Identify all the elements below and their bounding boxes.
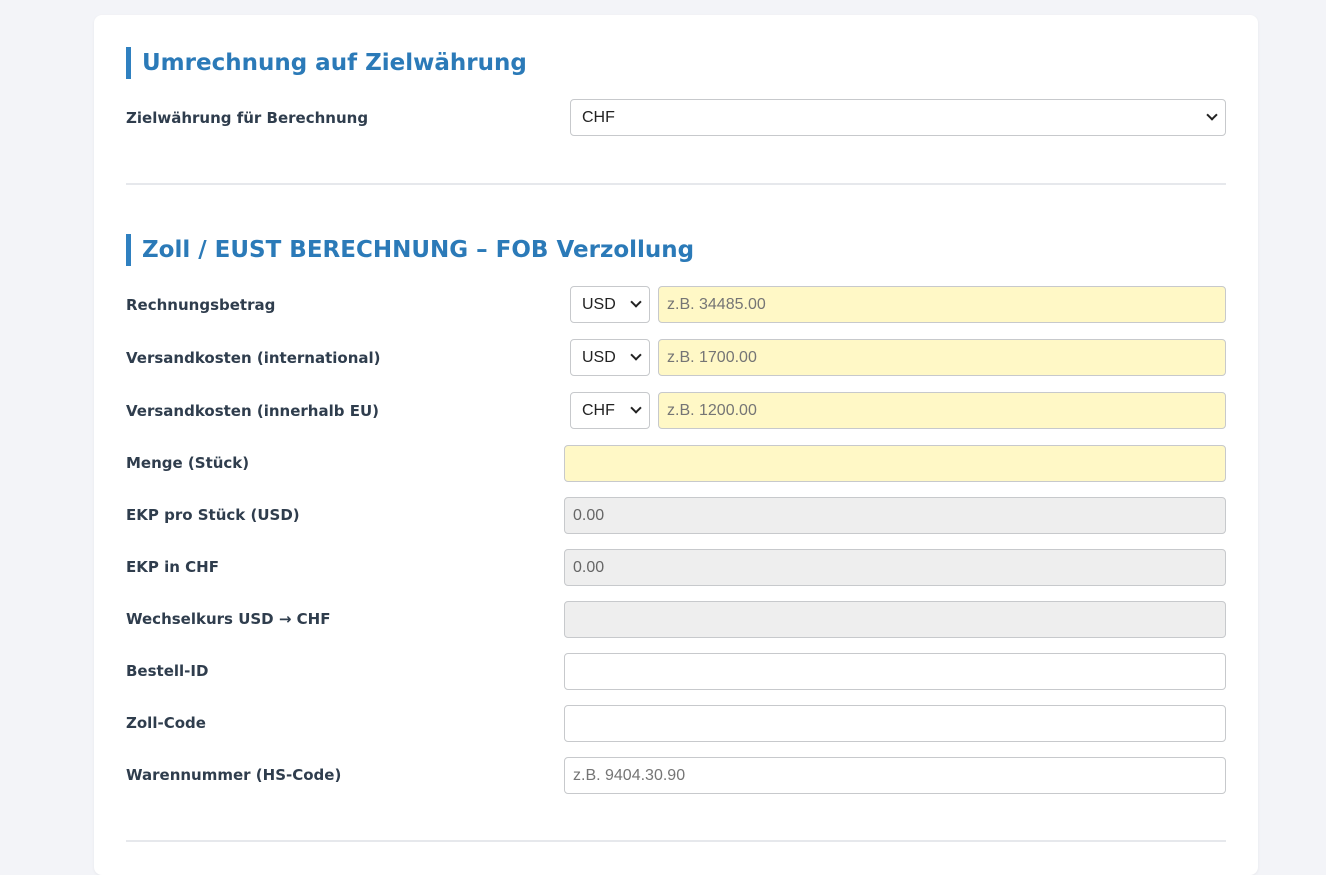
ekp-chf-field: 0.00 xyxy=(564,549,1226,586)
hs-code-placeholder: z.B. 9404.30.90 xyxy=(573,767,686,784)
invoice-amount-input[interactable]: z.B. 34485.00 xyxy=(658,286,1226,323)
shipping-eu-input[interactable]: z.B. 1200.00 xyxy=(658,392,1226,429)
section-divider xyxy=(126,840,1226,842)
quantity-input[interactable] xyxy=(564,445,1226,482)
shipping-eu-placeholder: z.B. 1200.00 xyxy=(667,402,757,419)
quantity-label: Menge (Stück) xyxy=(126,454,250,472)
exchange-rate-field xyxy=(564,601,1226,638)
target-currency-select[interactable]: CHF xyxy=(570,99,1226,136)
shipping-international-input[interactable]: z.B. 1700.00 xyxy=(658,339,1226,376)
invoice-currency-select[interactable]: USD xyxy=(570,286,650,323)
exchange-rate-label: Wechselkurs USD → CHF xyxy=(126,610,331,628)
invoice-amount-label: Rechnungsbetrag xyxy=(126,296,276,314)
invoice-currency-value: USD xyxy=(582,296,616,313)
customs-code-label: Zoll-Code xyxy=(126,714,206,732)
ekp-chf-label: EKP in CHF xyxy=(126,558,219,576)
shipping-international-currency-select[interactable]: USD xyxy=(570,339,650,376)
customs-code-input[interactable] xyxy=(564,705,1226,742)
chevron-down-icon xyxy=(630,349,642,361)
ekp-usd-label: EKP pro Stück (USD) xyxy=(126,506,300,524)
target-currency-label: Zielwährung für Berechnung xyxy=(126,109,369,127)
section-title-customs: Zoll / EUST BERECHNUNG – FOB Verzollung xyxy=(126,234,694,266)
hs-code-label: Warennummer (HS-Code) xyxy=(126,766,342,784)
order-id-label: Bestell-ID xyxy=(126,662,209,680)
shipping-eu-label: Versandkosten (innerhalb EU) xyxy=(126,402,379,420)
order-id-input[interactable] xyxy=(564,653,1226,690)
section-divider xyxy=(126,183,1226,185)
shipping-eu-currency-value: CHF xyxy=(582,402,615,419)
shipping-eu-currency-select[interactable]: CHF xyxy=(570,392,650,429)
hs-code-input[interactable]: z.B. 9404.30.90 xyxy=(564,757,1226,794)
chevron-down-icon xyxy=(1206,109,1218,121)
invoice-amount-placeholder: z.B. 34485.00 xyxy=(667,296,766,313)
chevron-down-icon xyxy=(630,402,642,414)
form-card: Umrechnung auf Zielwährung Zielwährung f… xyxy=(94,15,1258,875)
shipping-international-currency-value: USD xyxy=(582,349,616,366)
shipping-international-label: Versandkosten (international) xyxy=(126,349,381,367)
ekp-usd-field: 0.00 xyxy=(564,497,1226,534)
section-title-target-currency: Umrechnung auf Zielwährung xyxy=(126,47,527,79)
chevron-down-icon xyxy=(630,296,642,308)
target-currency-value: CHF xyxy=(582,109,615,126)
shipping-international-placeholder: z.B. 1700.00 xyxy=(667,349,757,366)
